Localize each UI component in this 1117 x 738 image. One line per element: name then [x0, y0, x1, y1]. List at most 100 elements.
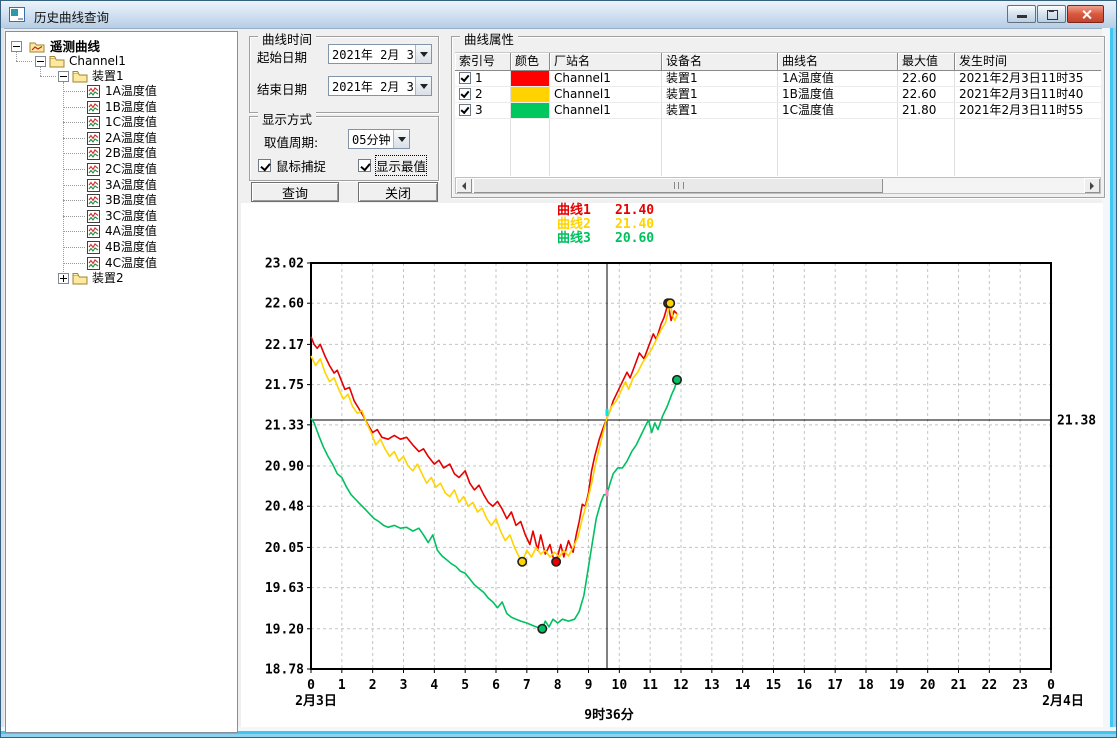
check-icon: [461, 105, 470, 114]
chart-legend: 曲线121.40曲线221.40曲线320.60: [557, 204, 654, 246]
row-index-cell[interactable]: 3: [455, 103, 511, 119]
col-station[interactable]: 厂站名: [550, 53, 662, 71]
end-date-picker[interactable]: 2021年 2月 3: [328, 76, 432, 96]
tree-item-label: 4C温度值: [105, 256, 157, 271]
show-extremes-checkbox[interactable]: 显示最值: [358, 156, 426, 175]
x-axis-label: 0: [307, 678, 315, 693]
row-visible-checkbox[interactable]: [459, 88, 471, 100]
y-axis-label: 21.33: [265, 418, 304, 433]
maximize-button[interactable]: [1037, 5, 1066, 23]
telemetry-curve-tree: 遥测曲线Channel1装置11A温度值1B温度值1C温度值2A温度值2B温度值…: [5, 31, 238, 733]
table-row[interactable]: 3Channel1装置11C温度值21.802021年2月3日11时55: [455, 103, 1101, 119]
legend-cursor-value: 21.40: [615, 218, 654, 232]
sample-period-dropdown-button[interactable]: [393, 130, 409, 148]
chevron-down-icon: [398, 137, 406, 142]
table-horizontal-scrollbar[interactable]: [455, 177, 1101, 194]
cursor-intersect-mark: [606, 409, 609, 416]
min-marker-1C温度值: [538, 625, 546, 633]
scroll-left-button[interactable]: [456, 178, 472, 193]
x-axis-label: 15: [766, 678, 782, 693]
curve-1A温度值: [311, 303, 678, 562]
col-index[interactable]: 索引号: [455, 53, 511, 71]
row-visible-checkbox[interactable]: [459, 72, 471, 84]
close-window-button[interactable]: [1067, 5, 1104, 23]
y-axis-label: 19.20: [265, 622, 304, 637]
expand-plus-icon[interactable]: [58, 273, 69, 284]
tree-leaf-4B温度值[interactable]: 4B温度值: [6, 240, 236, 255]
close-icon: [1081, 9, 1092, 20]
row-max-cell: 22.60: [898, 87, 955, 103]
col-max[interactable]: 最大值: [898, 53, 955, 71]
tree-item-label: 装置1: [92, 69, 124, 84]
tree-node-device2[interactable]: 装置2: [6, 271, 236, 286]
table-row[interactable]: 2Channel1装置11B温度值22.602021年2月3日11时40: [455, 87, 1101, 103]
x-axis-label: 7: [523, 678, 531, 693]
minimize-button[interactable]: [1007, 5, 1036, 23]
tree-leaf-3C温度值[interactable]: 3C温度值: [6, 209, 236, 224]
col-device[interactable]: 设备名: [662, 53, 778, 71]
tree-leaf-4C温度值[interactable]: 4C温度值: [6, 256, 236, 271]
tree-leaf-2C温度值[interactable]: 2C温度值: [6, 162, 236, 177]
checkbox-icon[interactable]: [258, 159, 271, 172]
x-axis-label: 12: [673, 678, 689, 693]
display-mode-group: 显示方式 取值周期: 05分钟 鼠标捕捉 显示最值: [249, 116, 439, 181]
row-index-cell[interactable]: 1: [455, 71, 511, 87]
checkbox-icon[interactable]: [358, 159, 371, 172]
query-button[interactable]: 查询: [251, 182, 339, 202]
col-color[interactable]: 颜色: [511, 53, 550, 71]
x-axis-label: 21: [951, 678, 967, 693]
empty-cell: [955, 119, 1101, 176]
row-curve-cell: 1C温度值: [778, 103, 898, 119]
tree-leaf-4A温度值[interactable]: 4A温度值: [6, 224, 236, 239]
end-date-dropdown-button[interactable]: [415, 77, 431, 95]
collapse-minus-icon[interactable]: [58, 71, 69, 82]
history-curve-chart[interactable]: 23.0222.6022.1721.7521.3320.9020.4820.05…: [241, 203, 1103, 727]
curve-color-swatch: [511, 103, 549, 118]
tree-item-label: 1C温度值: [105, 115, 157, 130]
curve-icon: [87, 132, 100, 148]
scrollbar-thumb[interactable]: [473, 178, 883, 193]
tree-leaf-1A温度值[interactable]: 1A温度值: [6, 84, 236, 99]
history-curve-chart-panel: 曲线121.40曲线221.40曲线320.60 23.0222.6022.17…: [241, 203, 1103, 727]
sample-period-select[interactable]: 05分钟: [348, 129, 410, 149]
check-icon: [461, 73, 470, 82]
curve-icon: [87, 101, 100, 117]
curve-properties-table: 索引号 颜色 厂站名 设备名 曲线名 最大值 发生时间 1Channel1装置1…: [455, 52, 1101, 177]
col-curve[interactable]: 曲线名: [778, 53, 898, 71]
collapse-minus-icon[interactable]: [35, 56, 46, 67]
mouse-capture-checkbox[interactable]: 鼠标捕捉: [258, 156, 326, 175]
y-axis-label: 22.17: [265, 338, 304, 353]
legend-entry: 曲线221.40: [557, 218, 654, 232]
empty-cell: [662, 119, 778, 176]
collapse-minus-icon[interactable]: [11, 41, 22, 52]
maximize-icon: [1047, 10, 1058, 20]
table-row[interactable]: 1Channel1装置11A温度值22.602021年2月3日11时35: [455, 71, 1101, 87]
tree-item-label: 2B温度值: [105, 146, 157, 161]
row-curve-cell: 1B温度值: [778, 87, 898, 103]
tree-leaf-1C温度值[interactable]: 1C温度值: [6, 115, 236, 130]
tree-leaf-3B温度值[interactable]: 3B温度值: [6, 193, 236, 208]
curve-icon: [87, 179, 100, 195]
title-bar[interactable]: 历史曲线查询: [1, 1, 1116, 29]
x-axis-label: 6: [492, 678, 500, 693]
tree-node-root[interactable]: 遥测曲线: [6, 39, 236, 54]
min-marker-1B温度值: [518, 558, 526, 566]
row-index-cell[interactable]: 2: [455, 87, 511, 103]
tree-leaf-3A温度值[interactable]: 3A温度值: [6, 178, 236, 193]
tree-leaf-2A温度值[interactable]: 2A温度值: [6, 131, 236, 146]
col-time[interactable]: 发生时间: [955, 53, 1101, 71]
max-marker-1B温度值: [666, 299, 674, 307]
close-button[interactable]: 关闭: [358, 182, 438, 202]
start-date-picker[interactable]: 2021年 2月 3: [328, 44, 432, 64]
scroll-right-button[interactable]: [1084, 178, 1100, 193]
tree-leaf-2B温度值[interactable]: 2B温度值: [6, 146, 236, 161]
start-date-dropdown-button[interactable]: [415, 45, 431, 63]
x-axis-label: 20: [920, 678, 936, 693]
x-axis-label: 23: [1012, 678, 1028, 693]
tree-item-label: 3B温度值: [105, 193, 157, 208]
tree-leaf-1B温度值[interactable]: 1B温度值: [6, 100, 236, 115]
row-visible-checkbox[interactable]: [459, 104, 471, 116]
x-axis-label: 8: [554, 678, 562, 693]
tree-item-label: 1A温度值: [105, 84, 157, 99]
x-axis-label: 2: [369, 678, 377, 693]
